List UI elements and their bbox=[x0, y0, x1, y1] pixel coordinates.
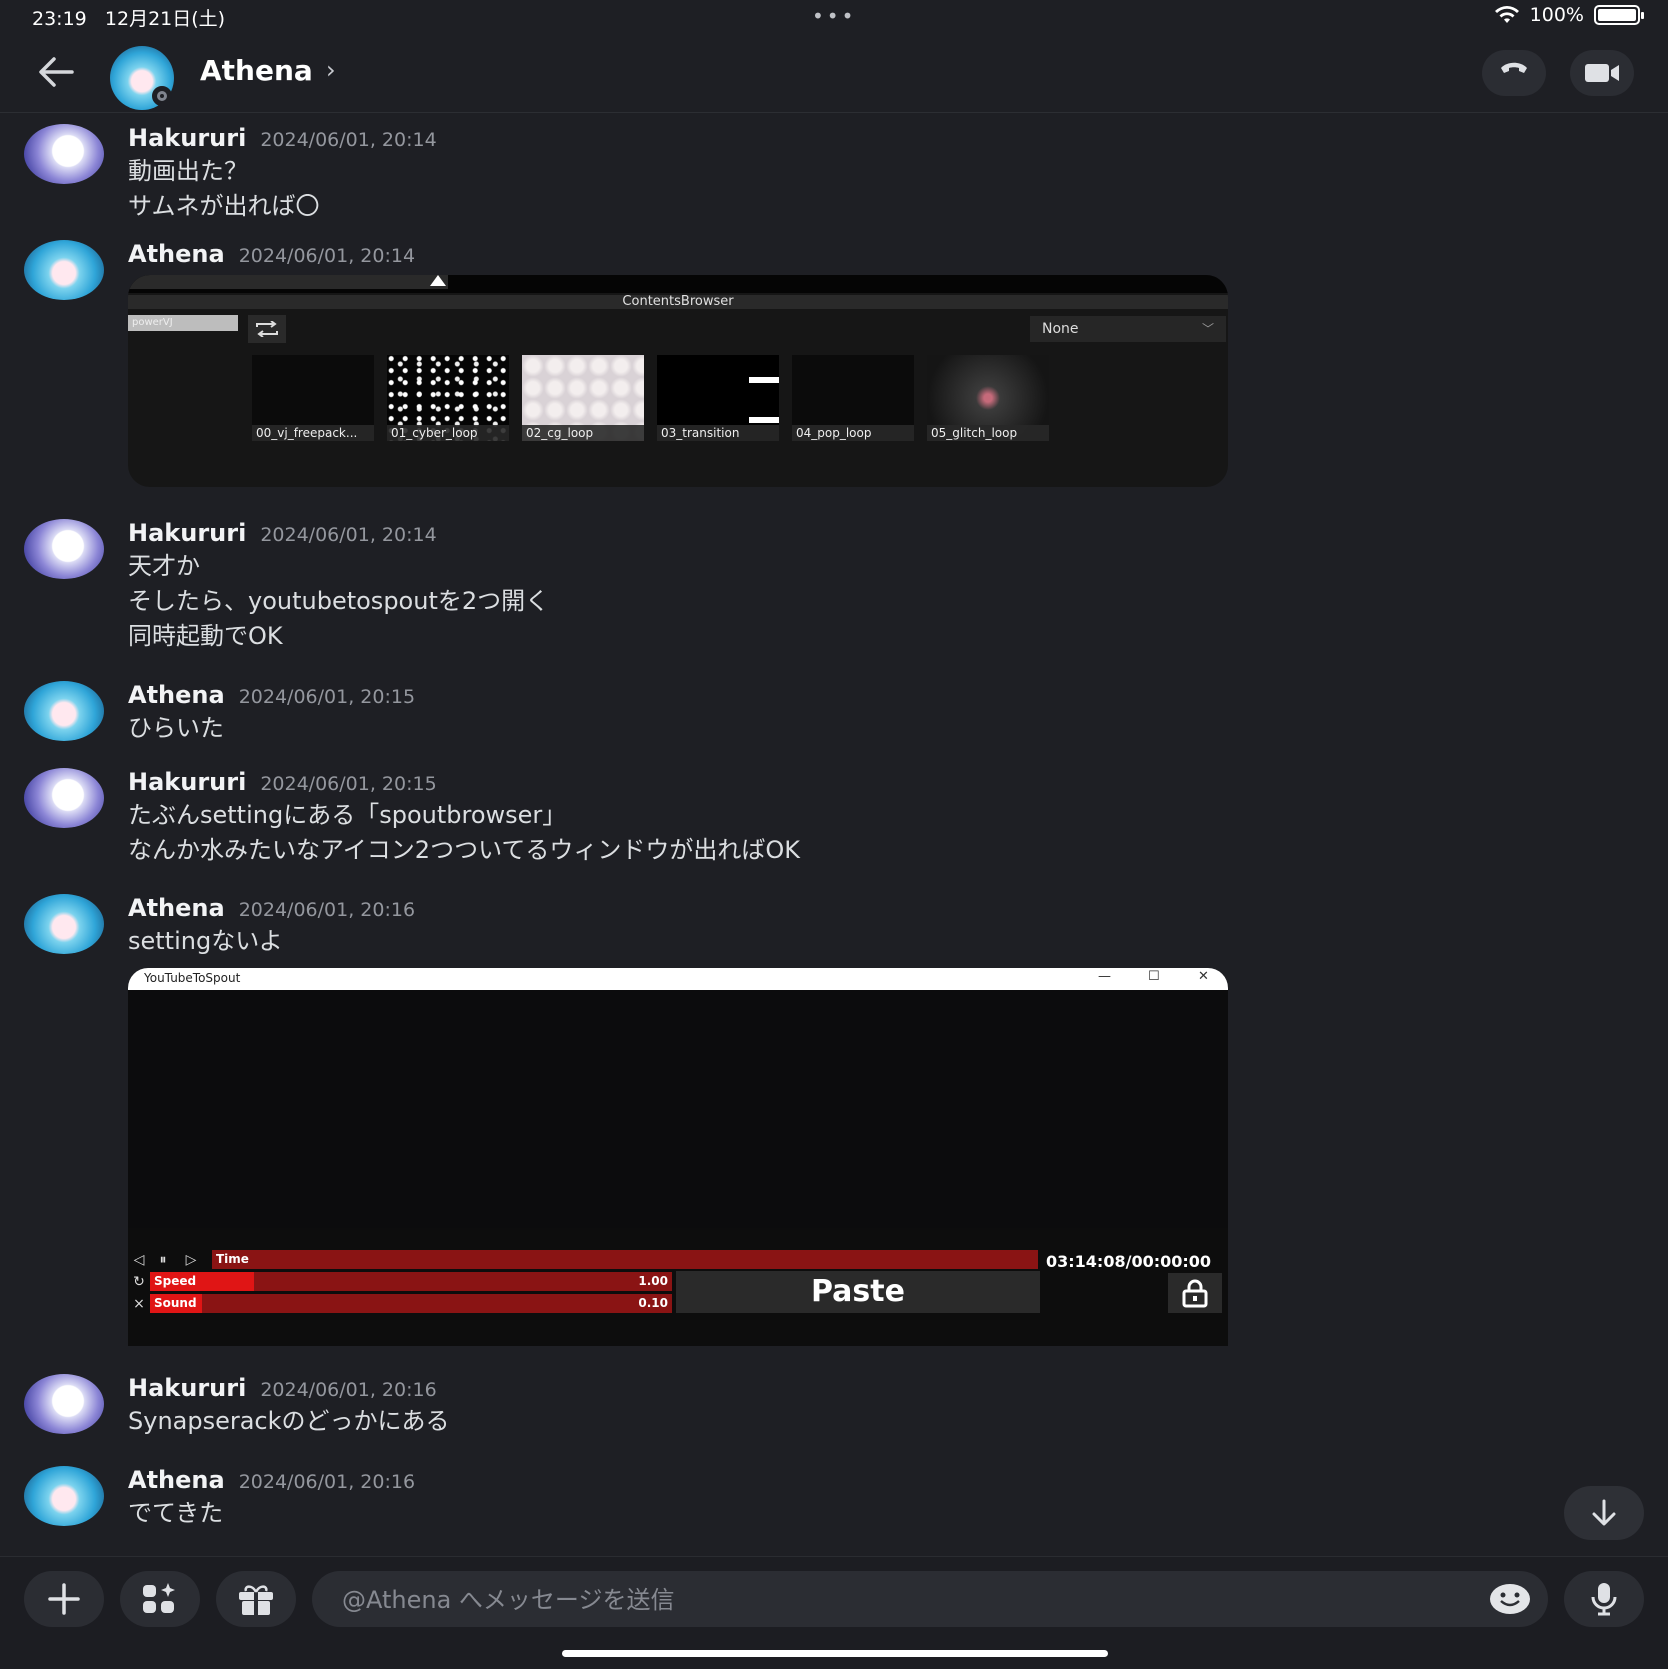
window-title: YouTubeToSpout bbox=[144, 971, 241, 985]
message-text: サムネが出れば〇 bbox=[128, 192, 320, 220]
apps-icon bbox=[143, 1583, 175, 1613]
apps-button[interactable] bbox=[120, 1571, 200, 1627]
wifi-icon bbox=[1494, 6, 1519, 23]
gift-icon bbox=[239, 1585, 273, 1615]
message-author[interactable]: Athena bbox=[128, 894, 225, 922]
message-author[interactable]: Hakururi bbox=[128, 1374, 246, 1402]
message-author[interactable]: Athena bbox=[128, 240, 225, 268]
thumbnail: 02_cg_loop bbox=[522, 355, 644, 441]
multitasking-dots[interactable]: ••• bbox=[812, 4, 856, 28]
battery-icon bbox=[1594, 5, 1644, 25]
message-text: そしたら、youtubetospoutを2つ開く bbox=[128, 587, 550, 615]
message-text: 動画出た？ bbox=[128, 157, 248, 185]
close-icon: ✕ bbox=[1198, 969, 1209, 984]
avatar[interactable] bbox=[24, 519, 104, 579]
gift-button[interactable] bbox=[216, 1571, 296, 1627]
image-attachment-youtube-to-spout[interactable]: YouTubeToSpout — ☐ ✕ ◁ ⏸ ▷ Time 03:14:08… bbox=[128, 968, 1228, 1346]
status-right: 100% bbox=[1494, 4, 1644, 26]
prev-icon: ◁ bbox=[133, 1252, 145, 1268]
avatar[interactable] bbox=[24, 768, 104, 828]
message-timestamp: 2024/06/01, 20:15 bbox=[260, 773, 437, 795]
message-text: Synapserackのどっかにある bbox=[128, 1407, 450, 1435]
battery-percent: 100% bbox=[1529, 4, 1584, 26]
message-timestamp: 2024/06/01, 20:16 bbox=[238, 1471, 416, 1493]
thumbnail: 00_vj_freepack... bbox=[252, 355, 374, 441]
pause-icon: ⏸ bbox=[159, 1252, 167, 1268]
chevron-right-icon[interactable]: › bbox=[326, 56, 336, 84]
dropdown: None ﹀ bbox=[1030, 316, 1226, 342]
message-author[interactable]: Athena bbox=[128, 1466, 225, 1494]
message-timestamp: 2024/06/01, 20:14 bbox=[260, 524, 437, 546]
chat-header: Athena › bbox=[0, 34, 1668, 113]
thumbnail: 01_cyber_loop bbox=[387, 355, 509, 441]
message-text: 天才か bbox=[128, 552, 200, 580]
time-bar: Time bbox=[212, 1250, 1038, 1269]
avatar[interactable] bbox=[24, 681, 104, 741]
message-author[interactable]: Hakururi bbox=[128, 124, 246, 152]
message-text: たぶんsettingにある「spoutbrowser」 bbox=[128, 801, 567, 829]
message-author[interactable]: Hakururi bbox=[128, 768, 246, 796]
message-timestamp: 2024/06/01, 20:14 bbox=[260, 129, 437, 151]
message-text: settingないよ bbox=[128, 927, 283, 955]
offline-status-icon bbox=[152, 86, 172, 106]
avatar[interactable] bbox=[24, 1466, 104, 1526]
maximize-icon: ☐ bbox=[1148, 969, 1160, 984]
image-attachment-contents-browser[interactable]: ContentsBrowser powerVJ None ﹀ 00_vj_free… bbox=[128, 275, 1228, 487]
message-timestamp: 2024/06/01, 20:16 bbox=[238, 899, 416, 921]
message-text: なんか水みたいなアイコン2つついてるウィンドウが出ればOK bbox=[128, 836, 800, 864]
avatar[interactable] bbox=[24, 1374, 104, 1434]
top-progress-bar bbox=[128, 275, 1228, 293]
microphone-icon bbox=[1591, 1583, 1617, 1616]
loop-icon: ↻ bbox=[133, 1274, 145, 1290]
message-author[interactable]: Hakururi bbox=[128, 519, 246, 547]
thumbnail: 05_glitch_loop bbox=[927, 355, 1049, 441]
thumbnail: 04_pop_loop bbox=[792, 355, 914, 441]
loop-icon bbox=[256, 321, 278, 337]
source-field: powerVJ bbox=[128, 315, 238, 331]
add-attachment-button[interactable] bbox=[24, 1571, 104, 1627]
message-timestamp: 2024/06/01, 20:16 bbox=[260, 1379, 437, 1401]
video-camera-icon bbox=[1585, 64, 1619, 82]
message-text: 同時起動でOK bbox=[128, 622, 283, 650]
message-timestamp: 2024/06/01, 20:14 bbox=[238, 245, 416, 267]
message-input-container bbox=[312, 1571, 1548, 1629]
window-title: ContentsBrowser bbox=[622, 294, 734, 309]
lock-button bbox=[1168, 1273, 1222, 1313]
phone-icon bbox=[1501, 62, 1527, 82]
plus-icon bbox=[48, 1583, 80, 1615]
voice-message-button[interactable] bbox=[1564, 1571, 1644, 1627]
speed-bar: Speed 1.00 bbox=[150, 1272, 672, 1291]
channel-name[interactable]: Athena bbox=[200, 54, 313, 87]
thumbnail: 03_transition bbox=[657, 355, 779, 441]
arrow-down-icon bbox=[1592, 1499, 1616, 1526]
jump-to-present-button[interactable] bbox=[1564, 1486, 1644, 1540]
message-author[interactable]: Athena bbox=[128, 681, 225, 709]
emoji-icon[interactable] bbox=[1490, 1583, 1530, 1615]
message-text: でてきた bbox=[128, 1499, 224, 1527]
message-timestamp: 2024/06/01, 20:15 bbox=[238, 686, 416, 708]
message-input[interactable] bbox=[340, 1571, 1444, 1629]
avatar[interactable] bbox=[24, 894, 104, 954]
next-icon: ▷ bbox=[185, 1252, 197, 1268]
lock-icon bbox=[1182, 1279, 1208, 1308]
paste-button: Paste bbox=[676, 1271, 1040, 1313]
window-titlebar: YouTubeToSpout — ☐ ✕ bbox=[128, 968, 1228, 990]
back-arrow-icon[interactable] bbox=[34, 52, 76, 92]
voice-call-button[interactable] bbox=[1482, 50, 1546, 96]
status-time: 23:19 12月21日(土) bbox=[32, 8, 226, 30]
avatar[interactable] bbox=[24, 240, 104, 300]
home-indicator[interactable] bbox=[562, 1650, 1108, 1657]
status-bar: 23:19 12月21日(土) ••• 100% bbox=[0, 0, 1668, 34]
video-call-button[interactable] bbox=[1570, 50, 1634, 96]
message-text: ひらいた bbox=[128, 714, 224, 742]
mute-icon: × bbox=[133, 1296, 145, 1312]
timecode: 03:14:08/00:00:00 bbox=[1046, 1252, 1212, 1271]
avatar[interactable] bbox=[24, 124, 104, 184]
video-area bbox=[128, 990, 1228, 1228]
minimize-icon: — bbox=[1098, 969, 1111, 984]
sound-bar: Sound 0.10 bbox=[150, 1294, 672, 1313]
loop-button bbox=[248, 315, 286, 343]
